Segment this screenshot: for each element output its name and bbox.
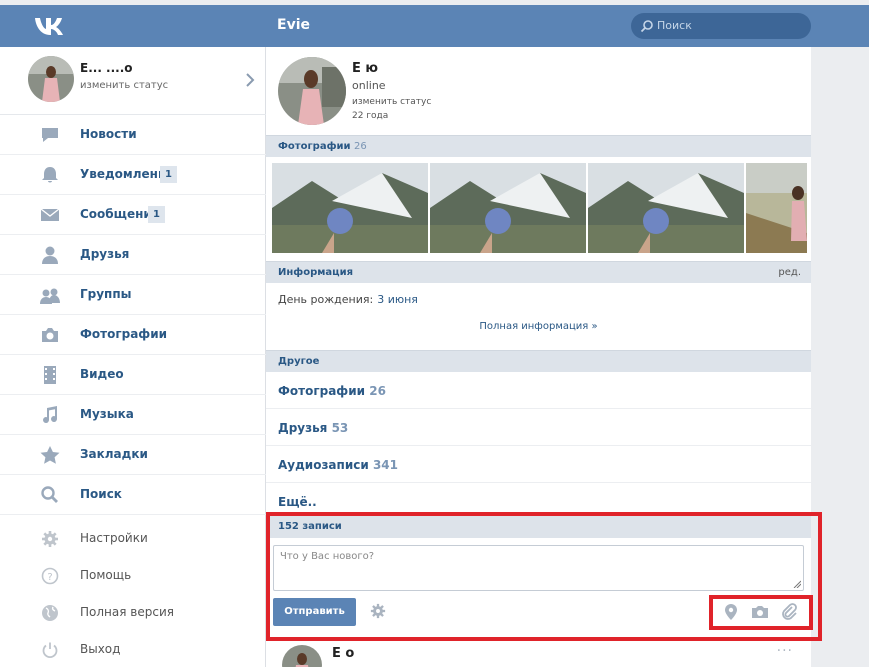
photos-label: Фотографии [278, 141, 351, 152]
sidebar-item-label: Выход [80, 642, 121, 656]
power-icon [42, 642, 58, 659]
highlight-box [709, 595, 813, 630]
more-icon[interactable]: ··· [777, 643, 793, 659]
chevron-right-icon[interactable] [244, 72, 256, 88]
profile-status[interactable]: изменить статус [80, 80, 168, 91]
sidebar-item-label: Друзья [80, 247, 130, 261]
globe-icon [42, 605, 58, 621]
bell-icon [42, 167, 58, 183]
user-icon [42, 246, 58, 264]
help-icon: ? [41, 567, 59, 585]
top-bar: Evie Поиск [0, 5, 869, 47]
profile-name[interactable]: E... ....o [80, 61, 133, 75]
sidebar-item-label: Закладки [80, 447, 148, 461]
gear-icon [42, 531, 58, 547]
sidebar-item-label: Полная версия [80, 605, 174, 619]
avatar[interactable] [282, 645, 322, 667]
sidebar-item-friends[interactable]: Друзья [0, 235, 266, 275]
sidebar-item-photos[interactable]: Фотографии [0, 315, 266, 355]
row-label: Фотографии [278, 384, 366, 398]
vk-logo[interactable] [33, 13, 65, 39]
main-menu: Новости Уведомления 1 Сообщения 1 Друзья… [0, 115, 266, 515]
notification-badge: 1 [160, 166, 177, 183]
sidebar: E... ....o изменить статус Новости Уведо… [0, 47, 266, 667]
photo-thumbnail[interactable] [272, 163, 428, 253]
search-icon [41, 486, 58, 503]
photos-header[interactable]: Фотографии 26 [266, 135, 811, 157]
sidebar-item-logout[interactable]: Выход [0, 632, 266, 667]
search-input[interactable]: Поиск [657, 19, 692, 32]
change-status-link[interactable]: изменить статус [352, 97, 431, 107]
birthday-value[interactable]: 3 июня [377, 293, 418, 306]
star-icon [40, 446, 60, 464]
search-box[interactable]: Поиск [631, 13, 811, 39]
sidebar-item-settings[interactable]: Настройки [0, 521, 266, 558]
profile-age: 22 года [352, 111, 389, 121]
sidebar-item-label: Группы [80, 287, 132, 301]
sidebar-item-label: Помощь [80, 568, 132, 582]
sidebar-item-messages[interactable]: Сообщения 1 [0, 195, 266, 235]
sidebar-item-search[interactable]: Поиск [0, 475, 266, 515]
profile-avatar[interactable] [278, 57, 346, 125]
film-icon [44, 366, 56, 384]
full-info-link[interactable]: Полная информация » [266, 321, 811, 332]
photos-count: 26 [354, 141, 367, 152]
sidebar-item-label: Настройки [80, 531, 148, 545]
row-count: 26 [369, 384, 386, 398]
sidebar-item-news[interactable]: Новости [0, 115, 266, 155]
info-label: Информация [278, 267, 353, 278]
info-header: Информация ред. [266, 261, 811, 283]
sidebar-item-notifications[interactable]: Уведомления 1 [0, 155, 266, 195]
sidebar-item-full-version[interactable]: Полная версия [0, 595, 266, 632]
sidebar-item-bookmarks[interactable]: Закладки [0, 435, 266, 475]
sidebar-item-label: Поиск [80, 487, 122, 501]
edit-link[interactable]: ред. [778, 267, 801, 278]
page-title: Evie [277, 17, 310, 33]
profile-name: E ю [352, 61, 379, 76]
sidebar-item-help[interactable]: ? Помощь [0, 558, 266, 595]
search-icon [640, 20, 653, 33]
row-count: 53 [331, 421, 349, 435]
sidebar-item-label: Видео [80, 367, 124, 381]
post-author[interactable]: E o [332, 646, 354, 661]
other-header: Другое [266, 350, 811, 372]
online-status: online [352, 79, 386, 92]
photo-thumbnail[interactable] [430, 163, 586, 253]
photo-thumbnail[interactable] [746, 163, 807, 253]
row-count: 341 [372, 458, 398, 472]
news-icon [42, 128, 58, 142]
other-label: Другое [278, 356, 320, 367]
other-row-audio[interactable]: Аудиозаписи 341 [266, 446, 811, 483]
sidebar-profile[interactable]: E... ....o изменить статус [0, 47, 266, 115]
sidebar-item-groups[interactable]: Группы [0, 275, 266, 315]
secondary-menu: Настройки ? Помощь Полная версия Выход [0, 521, 266, 667]
envelope-icon [40, 208, 60, 221]
avatar[interactable] [28, 56, 74, 102]
sidebar-item-video[interactable]: Видео [0, 355, 266, 395]
wall-post: E o ··· [266, 639, 811, 667]
other-row-photos[interactable]: Фотографии 26 [266, 372, 811, 409]
birthday-label: День рождения: [278, 293, 374, 306]
row-label: Друзья [278, 421, 328, 435]
birthday-row: День рождения: 3 июня [278, 293, 418, 306]
sidebar-item-label: Новости [80, 127, 137, 141]
row-label: Ещё.. [278, 495, 317, 509]
sidebar-item-label: Музыка [80, 407, 134, 421]
sidebar-item-label: Фотографии [80, 327, 168, 341]
camera-icon [42, 328, 58, 342]
row-label: Аудиозаписи [278, 458, 369, 472]
music-icon [43, 406, 58, 424]
photo-strip [272, 163, 807, 253]
messages-badge: 1 [148, 206, 165, 223]
svg-text:?: ? [47, 572, 52, 583]
users-icon [40, 288, 60, 304]
photo-thumbnail[interactable] [588, 163, 744, 253]
other-row-friends[interactable]: Друзья 53 [266, 409, 811, 446]
sidebar-item-music[interactable]: Музыка [0, 395, 266, 435]
